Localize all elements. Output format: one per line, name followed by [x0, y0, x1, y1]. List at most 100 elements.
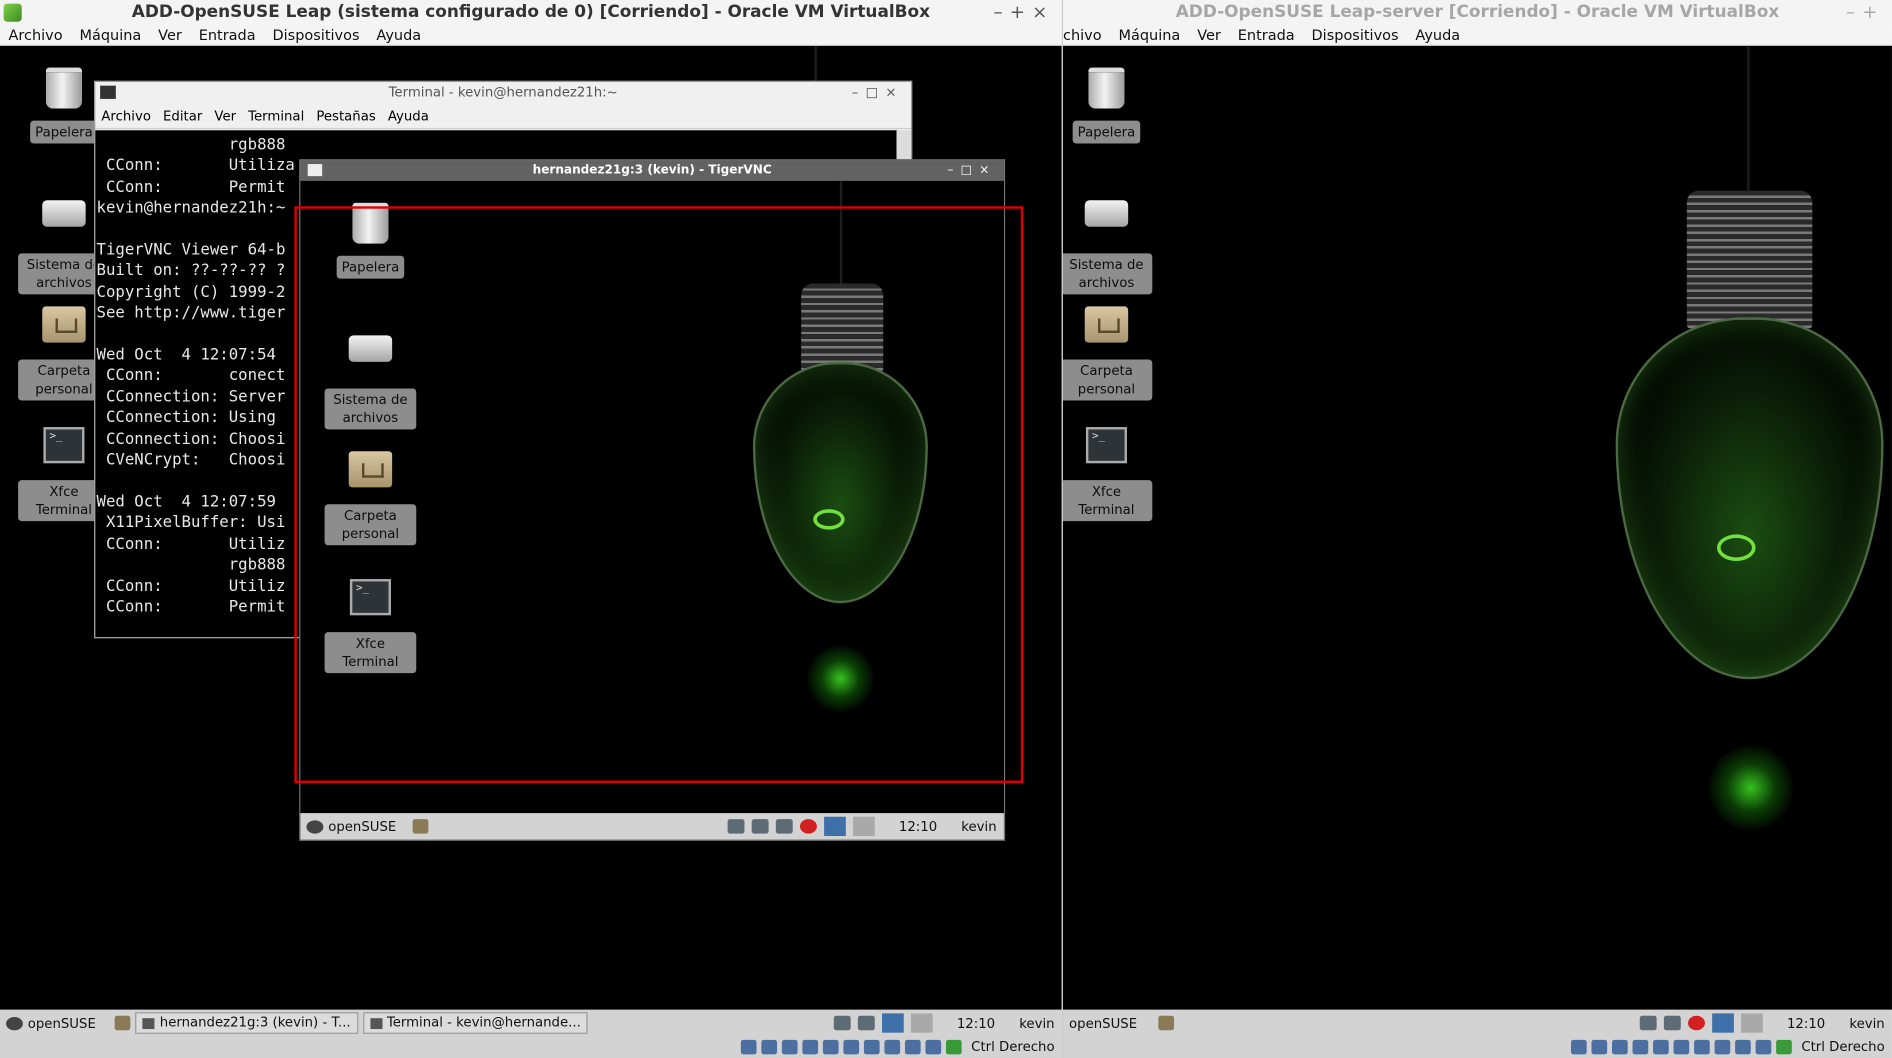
- cpu-status-icon[interactable]: [904, 1039, 921, 1054]
- volume-icon[interactable]: [1639, 1015, 1657, 1031]
- desktop-icon-terminal[interactable]: Xfce Terminal: [324, 574, 417, 674]
- workspace-2[interactable]: [853, 816, 875, 837]
- disk-status-icon[interactable]: [740, 1039, 757, 1054]
- user-label[interactable]: kevin: [1849, 1015, 1884, 1031]
- terminal-menubar: Archivo Editar Ver Terminal Pestañas Ayuda: [95, 104, 911, 130]
- screen: ADD-OpenSUSE Leap (sistema configurado d…: [0, 0, 1892, 1058]
- optical-status-icon[interactable]: [1591, 1039, 1608, 1054]
- menu-dispositivos[interactable]: Dispositivos: [1312, 27, 1399, 44]
- terminal-icon: [1082, 427, 1130, 473]
- right-vm-titlebar[interactable]: ADD-OpenSUSE Leap-server [Corriendo] - O…: [1063, 0, 1892, 25]
- workspace-2[interactable]: [1741, 1013, 1763, 1033]
- desktop-icon-papelera[interactable]: Papelera: [325, 202, 417, 279]
- audio-status-icon[interactable]: [1611, 1039, 1628, 1054]
- shared-folder-icon[interactable]: [843, 1039, 859, 1054]
- drive-icon: [40, 200, 88, 246]
- shared-folder-icon[interactable]: [1673, 1039, 1690, 1054]
- vbox-status-bar: Ctrl Derecho: [736, 1035, 1062, 1058]
- desktop-icon-sistema[interactable]: Sistema de archivos: [1063, 188, 1153, 295]
- taskbar-item-terminal[interactable]: Terminal - kevin@hernande...: [362, 1012, 589, 1034]
- right-vm-window: ADD-OpenSUSE Leap-server [Corriendo] - O…: [1063, 0, 1892, 1058]
- terminal-title: Terminal - kevin@hernandez21h:~: [388, 84, 618, 101]
- right-guest-desktop: Papelera Sistema de archivos Carpeta per…: [1063, 45, 1892, 1010]
- disk-status-icon[interactable]: [1570, 1039, 1587, 1054]
- virtualbox-icon: [3, 3, 22, 22]
- left-vm-titlebar[interactable]: ADD-OpenSUSE Leap (sistema configurado d…: [0, 0, 1062, 25]
- network-icon[interactable]: [857, 1015, 875, 1031]
- user-label[interactable]: kevin: [1019, 1015, 1054, 1031]
- usb-status-icon[interactable]: [1652, 1039, 1669, 1054]
- workspace-2[interactable]: [910, 1013, 933, 1033]
- user-label[interactable]: kevin: [961, 819, 996, 835]
- menu-pestanas[interactable]: Pestañas: [316, 109, 375, 125]
- vnc-titlebar[interactable]: hernandez21g:3 (kevin) - TigerVNC –□×: [300, 160, 1004, 181]
- update-alert-icon[interactable]: [799, 819, 817, 834]
- folder-launcher-icon[interactable]: [115, 1015, 131, 1031]
- trash-icon: [346, 202, 394, 249]
- display-icon[interactable]: [775, 819, 793, 834]
- terminal-icon: [369, 1017, 383, 1029]
- terminal-titlebar[interactable]: Terminal - kevin@hernandez21h:~ –□×: [95, 82, 911, 104]
- desktop-icon-carpeta[interactable]: Carpeta personal: [1063, 302, 1153, 401]
- menu-maquina[interactable]: Máquina: [1118, 27, 1180, 44]
- trash-icon: [40, 67, 88, 114]
- menu-archivo[interactable]: Archivo: [8, 27, 62, 44]
- menu-ver[interactable]: Ver: [214, 109, 236, 125]
- usb-status-icon[interactable]: [822, 1039, 839, 1054]
- workspace-1[interactable]: [1712, 1013, 1734, 1033]
- volume-icon[interactable]: [833, 1015, 851, 1031]
- menu-entrada[interactable]: Entrada: [1238, 27, 1295, 44]
- optical-status-icon[interactable]: [761, 1039, 777, 1054]
- menu-maquina[interactable]: Máquina: [79, 27, 141, 44]
- window-icon: [142, 1017, 155, 1029]
- window-controls[interactable]: –□×: [947, 160, 996, 181]
- menu-ayuda[interactable]: Ayuda: [1415, 27, 1460, 44]
- menu-archivo[interactable]: Archivo: [101, 109, 151, 125]
- menu-terminal[interactable]: Terminal: [248, 109, 304, 125]
- desktop-icon-terminal[interactable]: Xfce Terminal: [1063, 422, 1153, 522]
- network-icon[interactable]: [751, 819, 769, 834]
- keyboard-capture-icon[interactable]: [1775, 1039, 1792, 1054]
- desktop-icon-carpeta[interactable]: Carpeta personal: [324, 446, 417, 546]
- window-controls[interactable]: –+: [1846, 0, 1885, 24]
- menu-dispositivos[interactable]: Dispositivos: [273, 27, 360, 44]
- drive-icon: [1082, 200, 1130, 246]
- recording-status-icon[interactable]: [884, 1039, 900, 1054]
- window-controls[interactable]: –+×: [993, 0, 1054, 24]
- workspace-1[interactable]: [882, 1013, 904, 1033]
- taskbar-item-vnc[interactable]: hernandez21g:3 (kevin) - T...: [135, 1012, 358, 1034]
- network-icon[interactable]: [1663, 1015, 1681, 1031]
- mouse-integration-icon[interactable]: [925, 1039, 942, 1054]
- menu-ver[interactable]: Ver: [158, 27, 182, 44]
- keyboard-capture-icon[interactable]: [945, 1039, 962, 1054]
- update-alert-icon[interactable]: [1688, 1015, 1705, 1031]
- vnc-remote-desktop[interactable]: Papelera Sistema de archivos Carpeta per…: [300, 180, 1004, 814]
- volume-icon[interactable]: [727, 819, 745, 834]
- network-status-icon[interactable]: [1632, 1039, 1649, 1054]
- network-status-icon[interactable]: [802, 1039, 818, 1054]
- menu-archivo[interactable]: chivo: [1063, 27, 1102, 44]
- menu-ayuda[interactable]: Ayuda: [376, 27, 421, 44]
- menu-editar[interactable]: Editar: [163, 109, 202, 125]
- desktop-icon-papelera[interactable]: Papelera: [1063, 67, 1152, 144]
- start-label: openSUSE: [328, 818, 397, 835]
- desktop-icon-sistema[interactable]: Sistema de archivos: [324, 323, 417, 430]
- start-menu-button[interactable]: openSUSE: [1069, 1015, 1137, 1031]
- menu-ver[interactable]: Ver: [1197, 27, 1221, 44]
- menu-ayuda[interactable]: Ayuda: [388, 109, 429, 125]
- host-key-label: Ctrl Derecho: [1801, 1038, 1885, 1055]
- start-menu-button[interactable]: openSUSE: [306, 818, 397, 835]
- workspace-1[interactable]: [824, 816, 846, 837]
- cpu-status-icon[interactable]: [1734, 1039, 1751, 1054]
- menu-entrada[interactable]: Entrada: [199, 27, 256, 44]
- audio-status-icon[interactable]: [781, 1039, 798, 1054]
- display-status-icon[interactable]: [1693, 1039, 1710, 1054]
- window-controls[interactable]: –□×: [852, 82, 904, 104]
- folder-launcher-icon[interactable]: [1158, 1015, 1175, 1031]
- recording-status-icon[interactable]: [1714, 1039, 1731, 1054]
- folder-launcher-icon[interactable]: [413, 819, 429, 834]
- mouse-integration-icon[interactable]: [1755, 1039, 1772, 1054]
- start-menu-button[interactable]: openSUSE: [6, 1015, 96, 1031]
- display-status-icon[interactable]: [863, 1039, 880, 1054]
- terminal-line: rgb888: [96, 136, 286, 155]
